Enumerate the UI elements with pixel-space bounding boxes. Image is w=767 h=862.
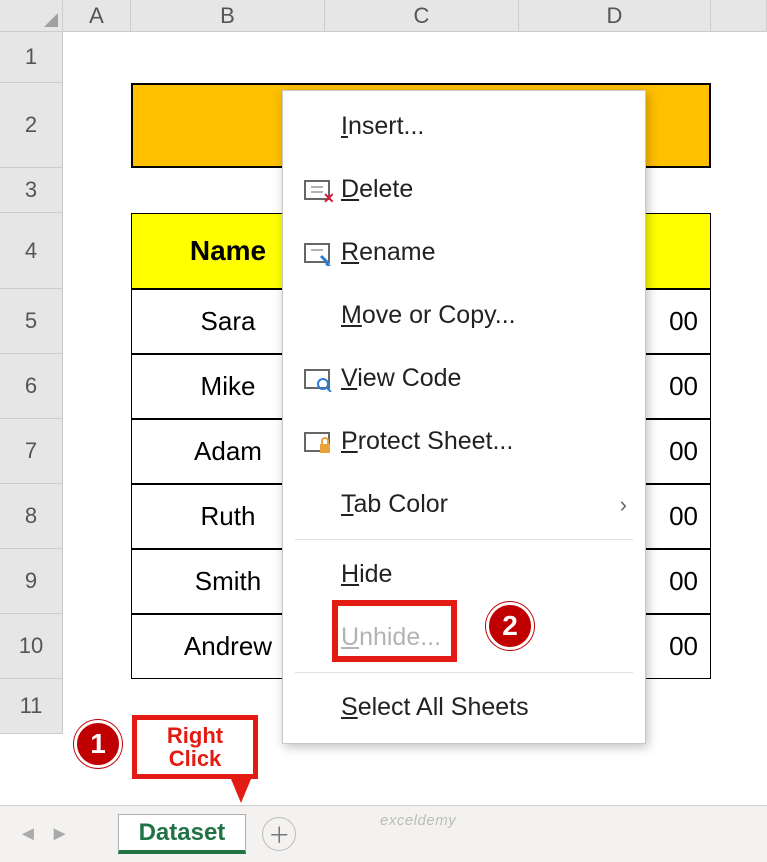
col-header-d[interactable]: D xyxy=(519,0,711,32)
annotation-box-hide xyxy=(332,600,457,662)
menu-tab-color[interactable]: Tab Color › xyxy=(283,473,645,536)
row-header-8[interactable]: 8 xyxy=(0,484,63,549)
menu-separator xyxy=(295,539,633,540)
menu-protect-sheet[interactable]: Protect Sheet... xyxy=(283,410,645,473)
menu-delete[interactable]: ✕ Delete xyxy=(283,158,645,221)
annotation-right-click: Right Click xyxy=(132,715,258,779)
row-header-9[interactable]: 9 xyxy=(0,549,63,614)
svg-text:✕: ✕ xyxy=(323,190,333,203)
row-header-4[interactable]: 4 xyxy=(0,213,63,289)
annotation-text: Right xyxy=(137,724,253,747)
col-header-b[interactable]: B xyxy=(131,0,325,32)
row-header-11[interactable]: 11 xyxy=(0,679,63,734)
menu-label: Select All Sheets xyxy=(341,693,529,722)
row-headers: 1 2 3 4 5 6 7 8 9 10 11 xyxy=(0,32,63,734)
row-header-2[interactable]: 2 xyxy=(0,83,63,168)
menu-label: View Code xyxy=(341,364,461,393)
annotation-step-1: 1 xyxy=(74,720,122,768)
add-sheet-button[interactable]: ＋ xyxy=(262,817,296,851)
col-header-c[interactable]: C xyxy=(325,0,519,32)
rename-icon xyxy=(295,240,341,266)
menu-rename[interactable]: Rename xyxy=(283,221,645,284)
select-all-corner[interactable] xyxy=(0,0,63,32)
row-header-7[interactable]: 7 xyxy=(0,419,63,484)
row-header-6[interactable]: 6 xyxy=(0,354,63,419)
chevron-right-icon: › xyxy=(620,492,627,518)
plus-icon: ＋ xyxy=(268,818,290,850)
annotation-arrow-down-icon xyxy=(231,779,251,803)
watermark: exceldemy xyxy=(380,812,456,829)
menu-label: Tab Color xyxy=(341,490,448,519)
tab-nav: ◄ ► xyxy=(0,823,88,846)
menu-move-copy[interactable]: Move or Copy... xyxy=(283,284,645,347)
menu-select-all-sheets[interactable]: Select All Sheets xyxy=(283,676,645,739)
menu-label: Protect Sheet... xyxy=(341,427,513,456)
row-header-1[interactable]: 1 xyxy=(0,32,63,83)
col-header-next[interactable] xyxy=(711,0,767,32)
menu-hide[interactable]: Hide xyxy=(283,543,645,606)
menu-separator xyxy=(295,672,633,673)
menu-insert[interactable]: Insert... xyxy=(283,95,645,158)
protect-icon xyxy=(295,429,341,455)
menu-label: Rename xyxy=(341,238,436,267)
menu-label: Delete xyxy=(341,175,413,204)
row-header-5[interactable]: 5 xyxy=(0,289,63,354)
delete-icon: ✕ xyxy=(295,177,341,203)
annotation-text: Click xyxy=(137,747,253,770)
sheet-tab-dataset[interactable]: Dataset xyxy=(118,814,247,854)
menu-label: Hide xyxy=(341,560,392,589)
row-header-3[interactable]: 3 xyxy=(0,168,63,213)
tab-next-icon[interactable]: ► xyxy=(50,823,70,846)
menu-label: Move or Copy... xyxy=(341,301,516,330)
col-header-a[interactable]: A xyxy=(63,0,131,32)
menu-label: Insert... xyxy=(341,112,424,141)
tab-prev-icon[interactable]: ◄ xyxy=(18,823,38,846)
menu-view-code[interactable]: View Code xyxy=(283,347,645,410)
annotation-step-2: 2 xyxy=(486,602,534,650)
view-code-icon xyxy=(295,366,341,392)
column-headers: A B C D xyxy=(63,0,767,32)
row-header-10[interactable]: 10 xyxy=(0,614,63,679)
